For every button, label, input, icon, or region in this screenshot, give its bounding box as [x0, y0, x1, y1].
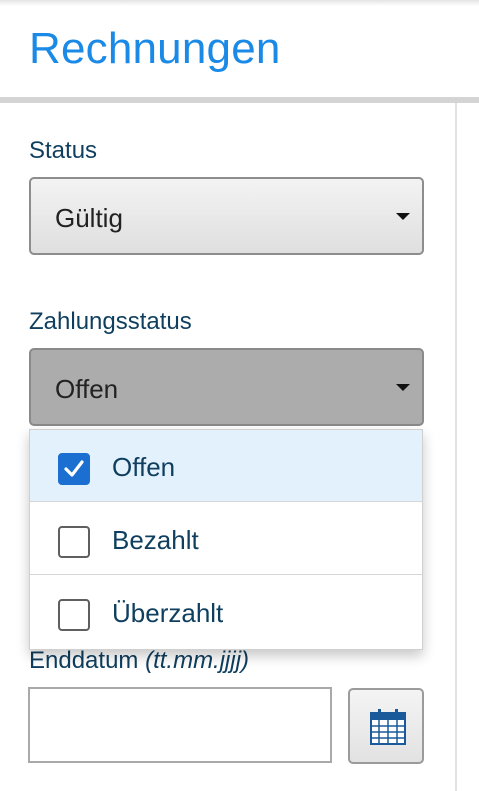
checkbox-unchecked[interactable] [58, 526, 90, 558]
status-label: Status [29, 137, 98, 164]
payment-status-selected-value: Offen [55, 374, 119, 404]
page-title: Rechnungen [29, 24, 281, 73]
payment-status-select[interactable]: Offen [29, 348, 424, 426]
option-bezahlt[interactable]: Bezahlt [30, 503, 422, 575]
checkbox-checked[interactable] [58, 453, 90, 485]
calendar-button[interactable] [348, 688, 424, 764]
option-label: Offen [112, 452, 176, 482]
option-ueberzahlt[interactable]: Überzahlt [30, 576, 422, 648]
calendar-icon [370, 709, 406, 745]
end-date-input[interactable] [28, 687, 332, 763]
end-date-label-text: Enddatum [29, 647, 139, 674]
payment-status-dropdown: Offen Bezahlt Überzahlt [29, 429, 423, 650]
top-shadow [0, 0, 479, 6]
chevron-down-icon [396, 384, 410, 391]
panel-divider [455, 103, 457, 791]
chevron-down-icon [396, 213, 410, 220]
end-date-format-hint: (tt.mm.jjjj) [145, 647, 250, 674]
header-divider [0, 97, 479, 103]
payment-status-label: Zahlungsstatus [29, 308, 192, 335]
checkmark-icon [64, 460, 84, 477]
option-offen[interactable]: Offen [30, 430, 422, 502]
end-date-label: Enddatum (tt.mm.jjjj) [29, 647, 249, 675]
status-selected-value: Gültig [55, 203, 123, 233]
option-label: Bezahlt [112, 525, 199, 555]
status-select[interactable]: Gültig [29, 177, 424, 255]
checkbox-unchecked[interactable] [58, 599, 90, 631]
option-label: Überzahlt [112, 598, 224, 628]
